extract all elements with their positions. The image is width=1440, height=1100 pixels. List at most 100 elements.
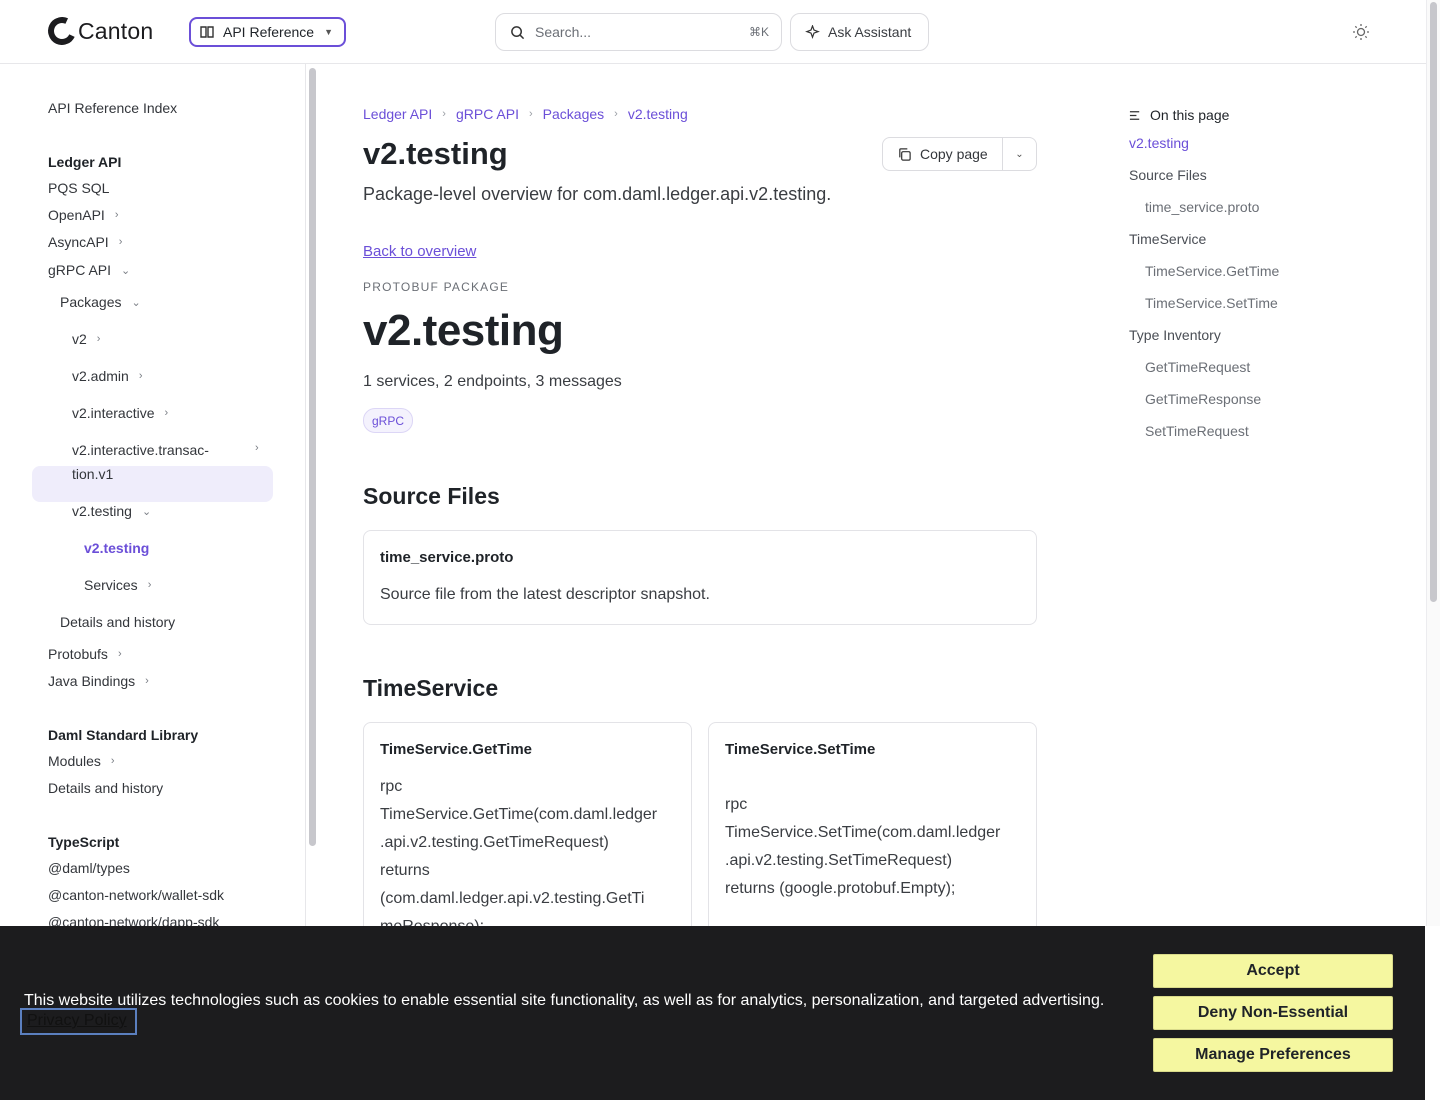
- sidebar-item-daml-types[interactable]: @daml/types: [48, 860, 130, 876]
- canton-logo[interactable]: Canton: [44, 13, 154, 49]
- sidebar-item-openapi[interactable]: OpenAPI ›: [48, 207, 119, 223]
- sidebar-item-label: Details and history: [48, 780, 164, 796]
- chevron-right-icon: ›: [110, 755, 115, 767]
- chevron-right-icon: ›: [442, 108, 446, 120]
- sparkle-icon: [805, 24, 820, 39]
- signature-line: TimeService.SetTime(com.daml.ledger: [725, 824, 1001, 841]
- search-shortcut: ⌘K: [748, 25, 769, 39]
- sidebar-item-label: Java Bindings: [48, 673, 136, 689]
- sidebar-item-v2-testing[interactable]: v2.testing ⌄: [72, 503, 151, 519]
- signature-line: TimeService.GetTime(com.daml.ledger: [380, 806, 658, 823]
- sidebar-item-details-and-history[interactable]: Details and history: [60, 614, 175, 630]
- chevron-right-icon: ›: [138, 370, 143, 382]
- signature-line: returns: [380, 862, 430, 879]
- sidebar-item-wallet-sdk[interactable]: @canton-network/wallet-sdk: [48, 887, 224, 903]
- toc-item-gettime[interactable]: TimeService.GetTime: [1145, 263, 1279, 279]
- search-placeholder: Search...: [535, 24, 592, 40]
- sidebar-item-label: PQS SQL: [48, 180, 110, 196]
- signature-line: .api.v2.testing.GetTimeRequest): [380, 834, 609, 851]
- copy-options-dropdown[interactable]: ⌄: [1003, 149, 1036, 160]
- sidebar-item-details-and-history-stdlib[interactable]: Details and history: [48, 780, 163, 796]
- sidebar-item-protobufs[interactable]: Protobufs ›: [48, 646, 122, 662]
- page-scrollbar-thumb[interactable]: [1430, 2, 1437, 602]
- breadcrumb-link-ledger-api[interactable]: Ledger API: [363, 106, 432, 122]
- sidebar-section-daml-standard-library: Daml Standard Library: [48, 727, 199, 743]
- toc-item-timeservice[interactable]: TimeService: [1129, 231, 1206, 247]
- chevron-right-icon: ›: [147, 579, 152, 591]
- sidebar-item-label: Protobufs: [48, 646, 108, 662]
- grpc-badge: gRPC: [363, 408, 414, 433]
- sidebar-item-grpc-api[interactable]: gRPC API ⌄: [48, 262, 130, 278]
- sidebar-item-java-bindings[interactable]: Java Bindings ›: [48, 673, 149, 689]
- sidebar-item-services[interactable]: Services ›: [84, 577, 151, 593]
- sidebar-item-api-reference-index[interactable]: API Reference Index: [48, 100, 177, 116]
- toc-heading: On this page: [1129, 107, 1229, 123]
- sidebar-item-label: v2.interactive: [72, 405, 155, 421]
- signature-line: returns (google.protobuf.Empty);: [725, 880, 956, 897]
- chevron-down-icon: ⌄: [141, 505, 152, 518]
- ask-assistant-label: Ask Assistant: [828, 24, 912, 40]
- search-input[interactable]: Search... ⌘K: [495, 13, 782, 51]
- source-file-card[interactable]: time_service.proto Source file from the …: [363, 530, 1037, 625]
- toc-item-v2-testing[interactable]: v2.testing: [1129, 135, 1189, 151]
- sidebar-item-label: Details and history: [60, 614, 176, 630]
- sidebar-item-modules[interactable]: Modules ›: [48, 753, 115, 769]
- sidebar-item-v2-admin[interactable]: v2.admin ›: [72, 368, 142, 384]
- sidebar-item-v2[interactable]: v2 ›: [72, 331, 100, 347]
- sidebar-item-label-continued: tion.v1: [72, 466, 114, 482]
- sidebar-section-ledger-api: Ledger API: [48, 154, 122, 170]
- copy-icon: [899, 147, 911, 161]
- toc-item-settime[interactable]: TimeService.SetTime: [1145, 295, 1278, 311]
- sidebar-item-v2-interactive-transaction-v1[interactable]: v2.interactive.transac-: [72, 442, 209, 458]
- sidebar-item-pqs-sql[interactable]: PQS SQL: [48, 180, 109, 196]
- toc-item-settimerequest[interactable]: SetTimeRequest: [1145, 423, 1249, 439]
- ask-assistant-button[interactable]: Ask Assistant: [790, 13, 929, 51]
- page-title: v2.testing: [363, 136, 508, 171]
- chevron-right-icon: ›: [614, 108, 618, 120]
- toc-item-gettimeresponse[interactable]: GetTimeResponse: [1145, 391, 1261, 407]
- copy-page-button[interactable]: Copy page: [883, 138, 1003, 170]
- chevron-right-icon: ›: [96, 333, 101, 345]
- toc-item-type-inventory[interactable]: Type Inventory: [1129, 327, 1221, 343]
- breadcrumb-link-packages[interactable]: Packages: [543, 106, 604, 122]
- list-icon: [1129, 110, 1140, 120]
- sidebar-item-v2-testing-overview[interactable]: v2.testing: [84, 540, 149, 556]
- sidebar-item-label: Services: [84, 577, 138, 593]
- deny-non-essential-button[interactable]: Deny Non-Essential: [1153, 996, 1393, 1030]
- breadcrumb-link-v2-testing[interactable]: v2.testing: [628, 106, 688, 122]
- endpoint-signature: rpc TimeService.SetTime(com.daml.ledger …: [725, 791, 1030, 903]
- sidebar-item-packages[interactable]: Packages ⌄: [60, 294, 141, 310]
- toc-item-source-files[interactable]: Source Files: [1129, 167, 1207, 183]
- sidebar-item-label: Modules: [48, 753, 101, 769]
- logo-text: Canton: [78, 17, 154, 44]
- manage-preferences-button[interactable]: Manage Preferences: [1153, 1038, 1393, 1072]
- product-switcher-button[interactable]: API Reference ▼: [189, 17, 346, 47]
- sidebar-item-label: v2.testing: [72, 503, 132, 519]
- signature-line: .api.v2.testing.SetTimeRequest): [725, 852, 953, 869]
- chevron-down-icon: ⌄: [121, 264, 131, 277]
- toc-item-gettimerequest[interactable]: GetTimeRequest: [1145, 359, 1250, 375]
- page-subtitle: Package-level overview for com.daml.ledg…: [363, 184, 832, 204]
- sidebar-item-asyncapi[interactable]: AsyncAPI ›: [48, 234, 122, 250]
- chevron-right-icon: ›: [164, 407, 169, 419]
- back-to-overview-link[interactable]: Back to overview: [363, 243, 476, 260]
- source-files-heading: Source Files: [363, 483, 500, 509]
- toc-item-time-service-proto[interactable]: time_service.proto: [1145, 199, 1259, 215]
- sidebar-item-label: v2.testing: [84, 540, 150, 556]
- sun-icon: [1353, 24, 1369, 40]
- theme-toggle-button[interactable]: [1350, 21, 1372, 43]
- chevron-down-icon: ⌄: [131, 296, 141, 309]
- sidebar-item-label: v2: [72, 331, 87, 347]
- accept-cookies-button[interactable]: Accept: [1153, 954, 1393, 988]
- book-icon: [200, 26, 214, 38]
- breadcrumb: Ledger API › gRPC API › Packages › v2.te…: [363, 106, 688, 122]
- top-navigation-bar: Canton API Reference ▼ Search... ⌘K Ask …: [0, 0, 1426, 64]
- breadcrumb-link-grpc-api[interactable]: gRPC API: [456, 106, 519, 122]
- privacy-policy-link[interactable]: Privacy Policy: [20, 1008, 137, 1035]
- sidebar-scrollbar[interactable]: [309, 68, 316, 846]
- sidebar-item-v2-interactive[interactable]: v2.interactive ›: [72, 405, 168, 421]
- endpoint-title: TimeService.GetTime: [380, 741, 533, 758]
- sidebar-item-label: v2.interactive.transac-: [72, 442, 209, 458]
- chevron-right-icon[interactable]: ›: [255, 442, 259, 454]
- sidebar-item-label: API Reference Index: [48, 100, 178, 116]
